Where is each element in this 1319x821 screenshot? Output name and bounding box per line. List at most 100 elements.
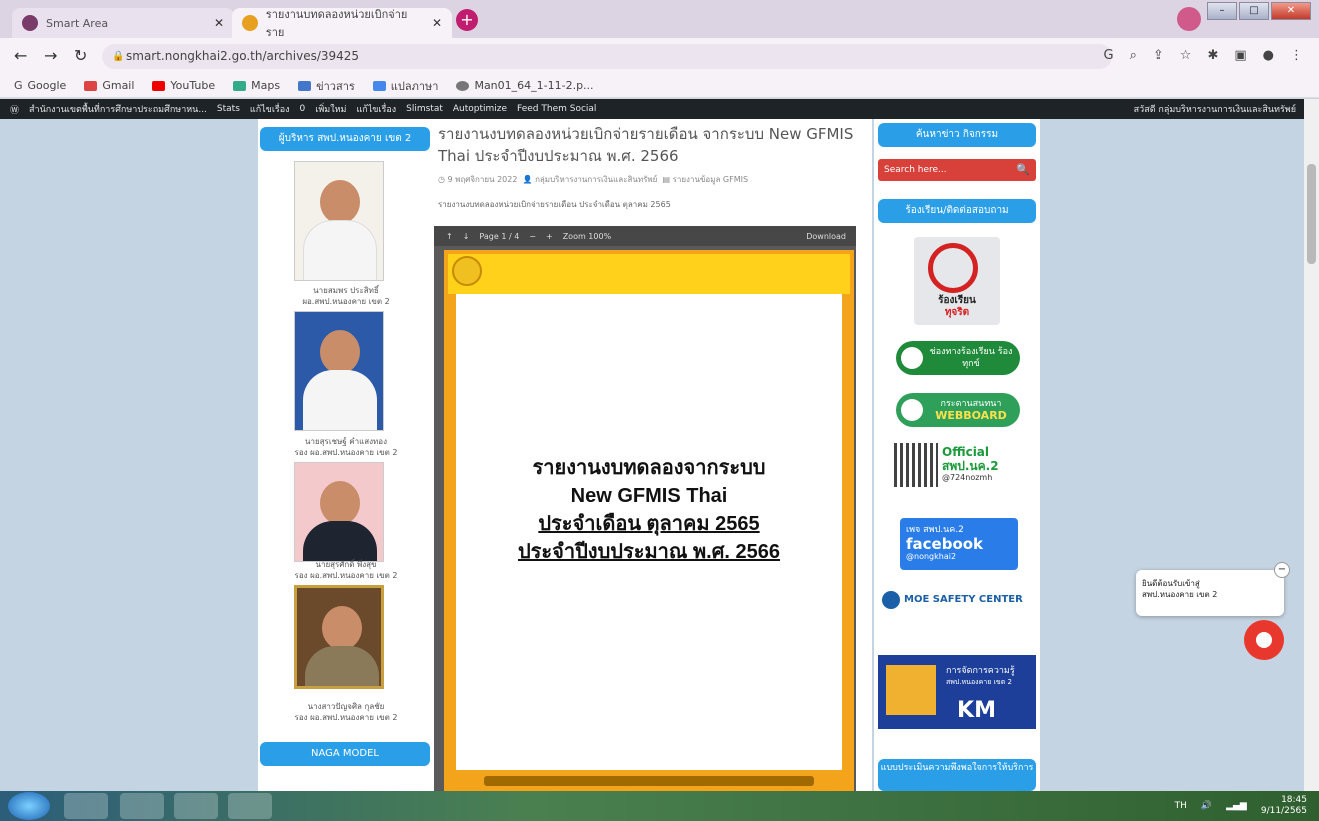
sidepanel-icon[interactable]: ▣ xyxy=(1234,48,1246,63)
executive-position: รอง ผอ.สพป.หนองคาย เขต 2 xyxy=(294,571,398,580)
admin-item[interactable]: เพิ่มใหม่ xyxy=(315,102,346,116)
messenger-icon[interactable] xyxy=(1244,620,1284,660)
zoom-out-icon[interactable]: − xyxy=(529,232,536,241)
pdf-line: ประจำปีงบประมาณ พ.ศ. 2566 xyxy=(517,541,781,563)
chat-greeting-bubble[interactable]: ยินดีต้อนรับเข้าสู่ สพป.หนองคาย เขต 2 − xyxy=(1136,562,1290,616)
admin-item[interactable]: Feed Them Social xyxy=(517,104,596,114)
naga-model-button[interactable]: NAGA MODEL xyxy=(260,742,430,766)
satisfaction-survey-button[interactable]: แบบประเมินความพึงพอใจการให้บริการ xyxy=(878,759,1036,791)
pdf-viewer: ↑ ↓ Page 1 / 4 − + Zoom 100% Download รา… xyxy=(434,226,856,791)
pdf-document-title: รายงานงบทดลองจากระบบ New GFMIS Thai ประจ… xyxy=(456,454,842,566)
zoom-level[interactable]: Zoom 100% xyxy=(563,232,611,241)
globe-icon xyxy=(456,80,470,91)
browser-tab-strip: Smart Area ✕ รายงานบทดลองหน่วยเบิกจ่ายรา… xyxy=(0,0,1319,39)
bookmark-translate[interactable]: แปลภาษา xyxy=(372,77,438,95)
post-author[interactable]: กลุ่มบริหารงานการเงินและสินทรัพย์ xyxy=(535,175,657,184)
back-icon[interactable]: ← xyxy=(14,46,27,65)
close-icon[interactable]: − xyxy=(1274,562,1290,578)
tab-report[interactable]: รายงานบทดลองหน่วยเบิกจ่ายราย ✕ xyxy=(232,8,452,39)
maximize-icon[interactable]: □ xyxy=(1239,2,1269,20)
admin-item[interactable]: แก้ไขเรื่อง xyxy=(250,102,290,116)
fb-handle: @nongkhai2 xyxy=(906,552,957,561)
search-placeholder: Search here... xyxy=(884,165,947,175)
page-down-icon[interactable]: ↓ xyxy=(463,232,470,241)
url-text: smart.nongkhai2.go.th/archives/39425 xyxy=(126,49,360,63)
pdf-line: ประจำเดือน ตุลาคม 2565 xyxy=(538,513,760,535)
close-icon[interactable]: ✕ xyxy=(432,16,442,30)
admin-greeting[interactable]: สวัสดี กลุ่มบริหารงานการเงินและสินทรัพย์ xyxy=(1134,102,1296,116)
anti-corruption-banner[interactable]: ร้องเรียน ทุจริต xyxy=(914,237,1000,325)
admin-item[interactable]: สำนักงานเขตพื้นที่การศึกษาประถมศึกษาหน..… xyxy=(29,102,207,116)
post-meta: ◷ 9 พฤศจิกายน 2022 👤 กลุ่มบริหารงานการเง… xyxy=(438,173,748,186)
google-icon[interactable]: G xyxy=(1104,48,1114,63)
moe-safety-banner[interactable]: MOE SAFETY CENTER xyxy=(880,589,1038,611)
search-input[interactable]: Search here... 🔍 xyxy=(878,159,1036,181)
executive-photo xyxy=(294,311,384,431)
admin-item[interactable]: Autoptimize xyxy=(453,104,507,114)
bookmark-maps[interactable]: Maps xyxy=(233,79,280,92)
page-up-icon[interactable]: ↑ xyxy=(446,232,453,241)
signal-icon[interactable]: ▂▄▆ xyxy=(1226,801,1247,811)
bookmark-google[interactable]: G Google xyxy=(14,79,66,92)
anticorrupt-line2: ทุจริต xyxy=(944,307,970,318)
chrome-icon[interactable] xyxy=(120,793,164,819)
complaint-channel-button[interactable]: ช่องทางร้องเรียน ร้องทุกข์ xyxy=(896,341,1020,375)
post-date: 9 พฤศจิกายน 2022 xyxy=(447,175,518,184)
profile-icon[interactable] xyxy=(1177,7,1201,31)
zoom-in-icon[interactable]: + xyxy=(546,232,553,241)
tab-title: รายงานบทดลองหน่วยเบิกจ่ายราย xyxy=(265,8,408,39)
clock-time: 18:45 xyxy=(1281,795,1307,805)
line-official-banner[interactable]: Official สพป.นค.2 @724nozmh xyxy=(894,443,1022,491)
pdf-header-band xyxy=(448,254,850,294)
admin-item[interactable]: Slimstat xyxy=(406,104,443,114)
bookmark-youtube[interactable]: YouTube xyxy=(152,79,215,92)
webboard-button[interactable]: กระดานสนทนา WEBBOARD xyxy=(896,393,1020,427)
star-icon[interactable]: ☆ xyxy=(1180,48,1192,63)
executive-photo xyxy=(294,161,384,281)
excel-icon[interactable] xyxy=(174,793,218,819)
minimize-icon[interactable]: – xyxy=(1207,2,1237,20)
word-icon[interactable] xyxy=(228,793,272,819)
download-link[interactable]: Download xyxy=(806,232,846,241)
volume-icon[interactable]: 🔊 xyxy=(1201,801,1212,811)
page-scrollbar[interactable] xyxy=(1304,99,1319,791)
news-search-button[interactable]: ค้นหาข่าว กิจกรรม xyxy=(878,123,1036,147)
explorer-icon[interactable] xyxy=(64,793,108,819)
executive-name: นางสาวปัญจศิล กุลชัย xyxy=(307,702,385,711)
address-bar[interactable]: 🔒 smart.nongkhai2.go.th/archives/39425 xyxy=(102,44,1112,69)
km-banner[interactable]: การจัดการความรู้ สพป.หนองคาย เขต 2 KM xyxy=(878,655,1036,729)
zoom-icon[interactable]: ⌕ xyxy=(1130,48,1137,63)
close-icon[interactable]: ✕ xyxy=(214,16,224,30)
reload-icon[interactable]: ↻ xyxy=(74,46,87,65)
search-icon[interactable]: 🔍 xyxy=(1016,159,1030,181)
scroll-thumb[interactable] xyxy=(1307,164,1316,264)
language-indicator[interactable]: TH xyxy=(1175,801,1187,811)
start-button[interactable] xyxy=(8,792,50,820)
system-tray: TH 🔊 ▂▄▆ 18:45 9/11/2565 xyxy=(1175,795,1307,817)
chat-greeting-line: ยินดีต้อนรับเข้าสู่ xyxy=(1142,579,1200,588)
bookmark-pdf[interactable]: Man01_64_1-11-2.p... xyxy=(456,79,594,92)
menu-icon[interactable]: ⋮ xyxy=(1290,48,1303,63)
fb-page-label: เพจ สพป.นค.2 xyxy=(906,525,964,535)
extensions-icon[interactable]: ✱ xyxy=(1207,48,1218,63)
sidebar-header[interactable]: ผู้บริหาร สพป.หนองคาย เขต 2 xyxy=(260,127,430,151)
admin-item[interactable]: Stats xyxy=(217,104,240,114)
bookmark-news[interactable]: ข่าวสาร xyxy=(298,77,355,95)
wordpress-icon[interactable]: Ⓦ xyxy=(10,103,19,116)
line-official-label: Official xyxy=(942,445,990,459)
clock[interactable]: 18:45 9/11/2565 xyxy=(1261,795,1307,817)
facebook-banner[interactable]: เพจ สพป.นค.2 facebook @nongkhai2 xyxy=(900,518,1018,570)
complaint-button[interactable]: ร้องเรียน/ติดต่อสอบถาม xyxy=(878,199,1036,223)
bookmark-gmail[interactable]: Gmail xyxy=(84,79,134,92)
post-category[interactable]: รายงานข้อมูล GFMIS xyxy=(673,175,748,184)
admin-item[interactable]: 0 xyxy=(300,104,306,114)
new-tab-button[interactable]: + xyxy=(456,9,478,31)
avatar[interactable]: ● xyxy=(1263,48,1274,63)
admin-item[interactable]: แก้ไขเรื่อง xyxy=(356,102,396,116)
pdf-footer-band xyxy=(484,776,814,786)
window-close-icon[interactable]: ✕ xyxy=(1271,2,1311,20)
forward-icon[interactable]: → xyxy=(44,46,57,65)
executive-position: ผอ.สพป.หนองคาย เขต 2 xyxy=(302,297,390,306)
tab-smart-area[interactable]: Smart Area ✕ xyxy=(12,8,234,38)
share-icon[interactable]: ⇪ xyxy=(1153,48,1164,63)
